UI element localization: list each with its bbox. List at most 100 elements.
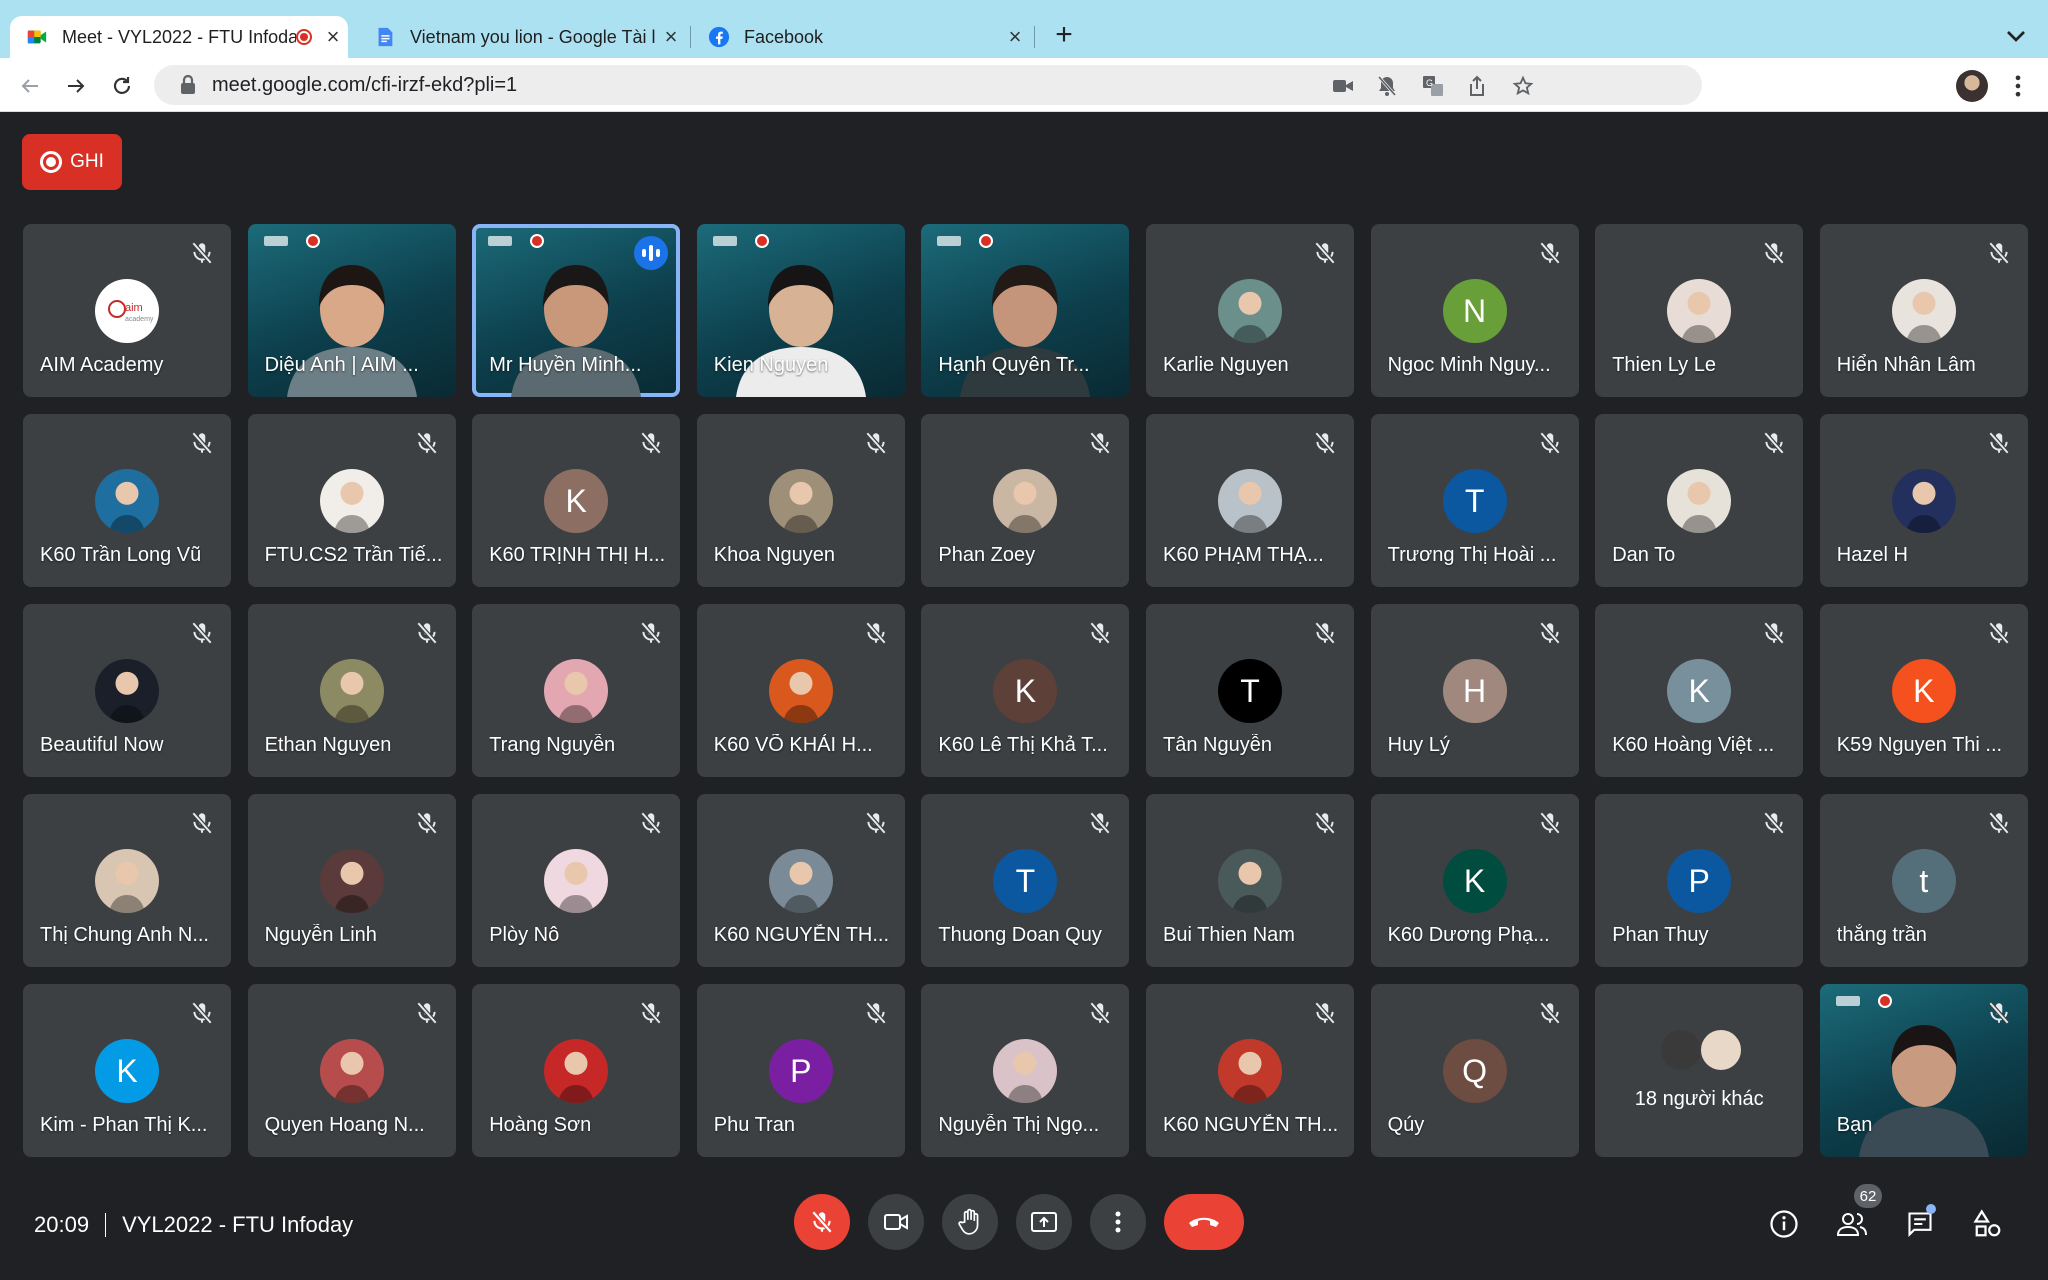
participant-tile[interactable]: Kien Nguyen — [696, 224, 905, 397]
participant-tile[interactable]: Phan Zoey — [921, 414, 1130, 587]
show-everyone-button[interactable] — [1834, 1206, 1870, 1242]
self-view-tile[interactable]: Bạn — [1819, 984, 2028, 1157]
tab-meet[interactable]: Meet - VYL2022 - FTU Infoday × — [10, 16, 348, 58]
participant-tile[interactable]: P Phan Thuy — [1595, 794, 1804, 967]
leave-call-button[interactable] — [1164, 1194, 1244, 1250]
camera-blocked-icon[interactable] — [1330, 73, 1356, 99]
participant-tile[interactable]: Beautiful Now — [23, 604, 231, 777]
meeting-details-button[interactable] — [1766, 1206, 1802, 1242]
participant-tile[interactable]: T Trương Thị Hoài ... — [1370, 414, 1579, 587]
mic-off-icon — [1312, 1000, 1338, 1026]
participant-tile[interactable]: aim academy AIM Academy — [23, 224, 231, 397]
participant-tile[interactable]: H Huy Lý — [1370, 604, 1579, 777]
translate-icon[interactable]: G — [1420, 73, 1446, 99]
participant-tile[interactable]: Hazel H — [1819, 414, 2028, 587]
avatar: T — [993, 849, 1058, 913]
participant-tile[interactable]: Hạnh Quyên Tr... — [921, 224, 1130, 397]
participant-name: Nguyễn Thị Ngọ... — [938, 1114, 1100, 1136]
participant-tile[interactable]: Diệu Anh | AIM ... — [247, 224, 456, 397]
bookmark-star-icon[interactable] — [1510, 73, 1536, 99]
avatar — [768, 659, 833, 723]
participant-tile[interactable]: Quyen Hoang N... — [247, 984, 456, 1157]
participant-tile[interactable]: Khoa Nguyen — [696, 414, 905, 587]
participant-tile[interactable]: Hoàng Sơn — [472, 984, 681, 1157]
participant-tile[interactable]: K Kim - Phan Thị K... — [23, 984, 231, 1157]
new-tab-button[interactable]: + — [1048, 18, 1080, 54]
close-tab-icon[interactable]: × — [656, 24, 686, 50]
participant-name: thắng trần — [1836, 924, 1927, 946]
mic-off-icon — [1537, 430, 1563, 456]
avatar: t — [1891, 849, 1956, 913]
tab-google-docs[interactable]: Vietnam you lion - Google Tài liệu × — [358, 16, 686, 58]
participant-tile[interactable]: Bui Thien Nam — [1146, 794, 1354, 967]
recording-badge[interactable]: GHI — [22, 134, 122, 190]
participant-tile[interactable]: K60 NGUYỄN TH... — [1146, 984, 1354, 1157]
camera-toggle-button[interactable] — [868, 1194, 924, 1250]
shapes-activities-icon — [1973, 1209, 2001, 1237]
notifications-off-icon[interactable] — [1374, 73, 1400, 99]
reload-button[interactable] — [104, 68, 140, 104]
participant-tile[interactable]: Plòy Nô — [472, 794, 681, 967]
profile-avatar[interactable] — [1956, 70, 1988, 102]
back-button[interactable] — [12, 68, 48, 104]
overlay-record-icon — [530, 234, 545, 248]
lock-icon[interactable] — [168, 75, 208, 95]
participant-tile[interactable]: K K60 Lê Thị Khả T... — [921, 604, 1130, 777]
avatar — [544, 849, 609, 913]
participant-tile[interactable]: Nguyễn Thị Ngọ... — [921, 984, 1130, 1157]
participant-tile[interactable]: Dan To — [1595, 414, 1804, 587]
participant-name: AIM Academy — [40, 354, 164, 376]
participant-tile[interactable]: T Thuong Doan Quy — [921, 794, 1130, 967]
participant-tile[interactable]: K60 VÕ KHẢI H... — [696, 604, 905, 777]
meeting-info: 20:09 VYL2022 - FTU Infoday — [34, 1212, 353, 1238]
tab-facebook[interactable]: Facebook × — [692, 16, 1030, 58]
mic-off-icon — [1537, 240, 1563, 266]
participant-tile[interactable]: FTU.CS2 Trần Tiế... — [247, 414, 456, 587]
participant-tile[interactable]: K60 Trần Long Vũ — [23, 414, 231, 587]
participant-tile[interactable]: Thị Chung Anh N... — [23, 794, 231, 967]
participant-name: Phan Thuy — [1612, 924, 1709, 946]
participant-tile[interactable]: Trang Nguyễn — [472, 604, 681, 777]
participant-tile[interactable]: Mr Huyền Minh... — [472, 224, 681, 397]
tab-search-chevron-icon[interactable] — [2000, 20, 2032, 52]
participant-name: Quyen Hoang N... — [264, 1114, 425, 1136]
close-tab-icon[interactable]: × — [1000, 24, 1030, 50]
present-screen-button[interactable] — [1016, 1194, 1072, 1250]
participant-name: K60 NGUYỄN TH... — [713, 924, 890, 946]
mic-off-icon — [1986, 620, 2012, 646]
close-tab-icon[interactable]: × — [318, 24, 348, 50]
others-tile[interactable]: 18 người khác — [1595, 984, 1804, 1157]
participant-name: K60 Dương Phạ... — [1387, 924, 1550, 946]
participant-tile[interactable]: Ethan Nguyen — [247, 604, 456, 777]
mic-off-icon — [189, 1000, 215, 1026]
participant-tile[interactable]: P Phu Tran — [696, 984, 905, 1157]
participant-tile[interactable]: T Tân Nguyễn — [1146, 604, 1354, 777]
mic-off-icon — [189, 240, 215, 266]
participant-tile[interactable]: K60 PHẠM THẠ... — [1146, 414, 1354, 587]
activities-button[interactable] — [1970, 1206, 2006, 1242]
participant-tile[interactable]: K K60 Dương Phạ... — [1370, 794, 1579, 967]
participant-tile[interactable]: Nguyễn Linh — [247, 794, 456, 967]
raise-hand-button[interactable] — [942, 1194, 998, 1250]
participant-tile[interactable]: Thien Ly Le — [1595, 224, 1804, 397]
participant-tile[interactable]: K K60 TRỊNH THỊ H... — [472, 414, 681, 587]
participant-tile[interactable]: K K60 Hoàng Việt ... — [1595, 604, 1804, 777]
participant-name: Tân Nguyễn — [1163, 734, 1272, 756]
microphone-toggle-button[interactable] — [794, 1194, 850, 1250]
participant-name: K59 Nguyen Thi ... — [1836, 734, 2003, 756]
browser-menu-icon[interactable] — [2004, 70, 2032, 102]
mic-off-icon — [1986, 810, 2012, 836]
participant-tile[interactable]: N Ngoc Minh Nguy... — [1370, 224, 1579, 397]
address-bar[interactable]: meet.google.com/cfi-irzf-ekd?pli=1 G — [154, 65, 1702, 105]
participant-tile[interactable]: K K59 Nguyen Thi ... — [1819, 604, 2028, 777]
participant-tile[interactable]: Q Qúy — [1370, 984, 1579, 1157]
more-options-button[interactable] — [1090, 1194, 1146, 1250]
participant-tile[interactable]: t thắng trần — [1819, 794, 2028, 967]
participant-tile[interactable]: Hiển Nhân Lâm — [1819, 224, 2028, 397]
forward-button[interactable] — [58, 68, 94, 104]
participant-name: Trương Thị Hoài ... — [1387, 544, 1557, 566]
share-icon[interactable] — [1464, 73, 1490, 99]
participant-tile[interactable]: K60 NGUYỄN TH... — [696, 794, 905, 967]
avatar: K — [95, 1039, 159, 1103]
participant-tile[interactable]: Karlie Nguyen — [1146, 224, 1354, 397]
